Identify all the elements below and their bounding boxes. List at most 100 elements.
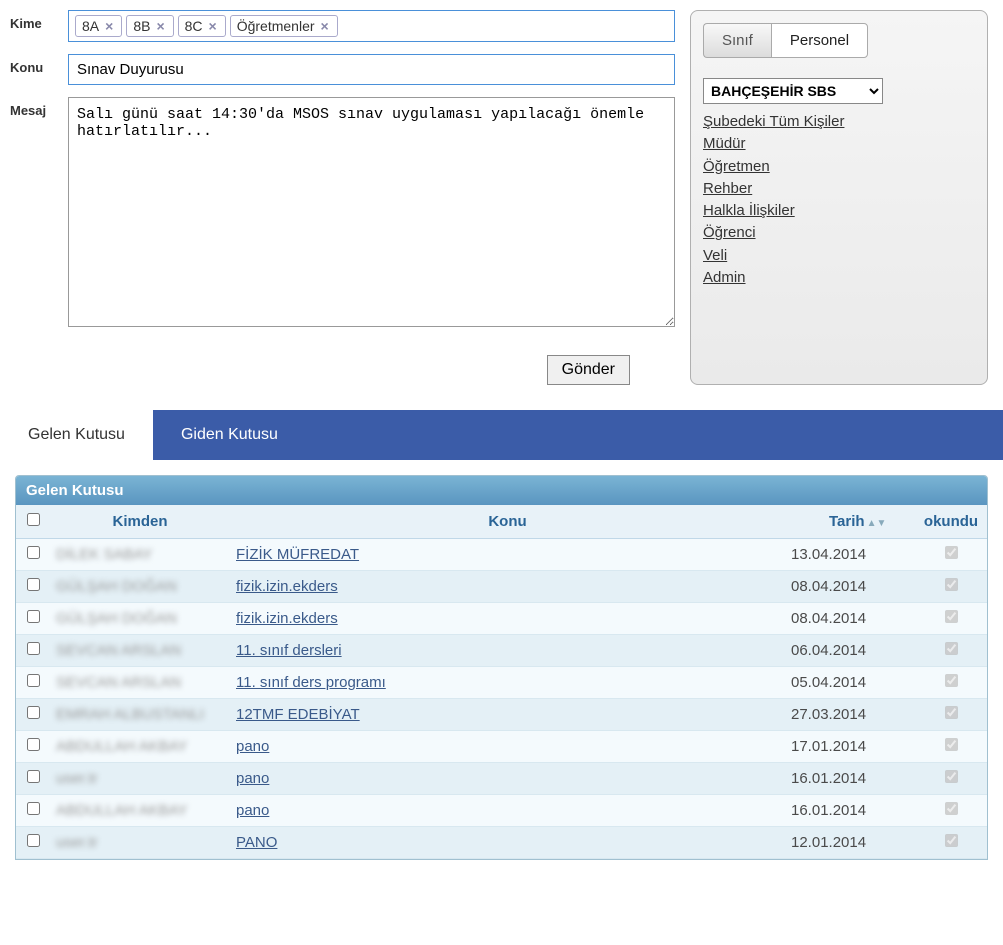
recipient-tag: 8A× <box>75 15 122 37</box>
table-row: SEVCAN ARSLAN 11. sınıf ders programı 05.0… <box>16 667 987 699</box>
sender-name: EMRAH ALBUSTANLI <box>56 706 204 723</box>
subject-link[interactable]: fizik.izin.ekders <box>236 578 338 595</box>
date-cell: 05.04.2014 <box>785 667 915 699</box>
table-row: EMRAH ALBUSTANLI 12TMF EDEBİYAT 27.03.2014 <box>16 699 987 731</box>
table-row: ABDULLAH AKBAY pano 16.01.2014 <box>16 795 987 827</box>
read-checkbox <box>945 674 958 687</box>
row-checkbox[interactable] <box>27 642 40 655</box>
inbox-table: Kimden Konu Tarih▲▼ okundu DİLEK SABAY Fİ… <box>16 505 987 859</box>
read-checkbox <box>945 642 958 655</box>
table-row: GÜLŞAH DOĞAN fizik.izin.ekders 08.04.2014 <box>16 571 987 603</box>
role-link[interactable]: Halkla İlişkiler <box>703 201 975 221</box>
subject-link[interactable]: pano <box>236 770 269 787</box>
table-row: GÜLŞAH DOĞAN fizik.izin.ekders 08.04.2014 <box>16 603 987 635</box>
subject-input[interactable] <box>68 54 675 85</box>
mailbox-tabs: Gelen Kutusu Giden Kutusu <box>0 410 1003 460</box>
date-cell: 08.04.2014 <box>785 603 915 635</box>
sort-icon: ▲▼ <box>867 518 887 529</box>
subject-link[interactable]: pano <box>236 738 269 755</box>
role-link[interactable]: Müdür <box>703 134 975 154</box>
inbox-title: Gelen Kutusu <box>16 476 987 505</box>
sender-name: GÜLŞAH DOĞAN <box>56 610 177 627</box>
recipient-tag: 8B× <box>126 15 173 37</box>
read-checkbox <box>945 546 958 559</box>
sender-name: GÜLŞAH DOĞAN <box>56 578 177 595</box>
role-link[interactable]: Admin <box>703 268 975 288</box>
sender-name: ABDULLAH AKBAY <box>56 738 187 755</box>
date-cell: 27.03.2014 <box>785 699 915 731</box>
table-row: SEVCAN ARSLAN 11. sınıf dersleri 06.04.201… <box>16 635 987 667</box>
table-row: user.trPANO12.01.2014 <box>16 827 987 859</box>
tab-personel[interactable]: Personel <box>771 23 868 58</box>
subject-link[interactable]: PANO <box>236 834 277 851</box>
select-all-checkbox[interactable] <box>27 513 40 526</box>
read-checkbox <box>945 802 958 815</box>
col-from-header[interactable]: Kimden <box>50 505 230 539</box>
kime-label: Kime <box>10 10 68 31</box>
row-checkbox[interactable] <box>27 802 40 815</box>
date-cell: 17.01.2014 <box>785 731 915 763</box>
subject-link[interactable]: 12TMF EDEBİYAT <box>236 706 360 723</box>
date-cell: 16.01.2014 <box>785 795 915 827</box>
table-row: user.tr pano 16.01.2014 <box>16 763 987 795</box>
read-checkbox <box>945 706 958 719</box>
read-checkbox <box>945 738 958 751</box>
col-read-header[interactable]: okundu <box>915 505 987 539</box>
remove-tag-icon[interactable]: × <box>319 18 331 34</box>
role-link[interactable]: Şubedeki Tüm Kişiler <box>703 112 975 132</box>
sidebar-panel: Sınıf Personel BAHÇEŞEHİR SBS Şubedeki T… <box>690 10 988 385</box>
tab-sinif[interactable]: Sınıf <box>703 23 771 58</box>
recipient-input[interactable]: 8A×8B×8C×Öğretmenler× <box>68 10 675 42</box>
subject-link[interactable]: fizik.izin.ekders <box>236 610 338 627</box>
row-checkbox[interactable] <box>27 674 40 687</box>
row-checkbox[interactable] <box>27 834 40 847</box>
school-select[interactable]: BAHÇEŞEHİR SBS <box>703 78 883 104</box>
read-checkbox <box>945 578 958 591</box>
col-date-header[interactable]: Tarih▲▼ <box>785 505 915 539</box>
remove-tag-icon[interactable]: × <box>103 18 115 34</box>
send-button[interactable]: Gönder <box>547 355 630 385</box>
role-link[interactable]: Öğretmen <box>703 157 975 177</box>
tab-gelen-kutusu[interactable]: Gelen Kutusu <box>0 410 153 460</box>
read-checkbox <box>945 610 958 623</box>
recipient-tag-label: Öğretmenler <box>237 18 315 34</box>
subject-link[interactable]: 11. sınıf ders programı <box>236 674 386 691</box>
recipient-tag-label: 8C <box>185 18 203 34</box>
date-cell: 16.01.2014 <box>785 763 915 795</box>
tab-giden-kutusu[interactable]: Giden Kutusu <box>153 410 306 460</box>
recipient-tag: Öğretmenler× <box>230 15 338 37</box>
date-cell: 13.04.2014 <box>785 539 915 571</box>
recipient-tag-label: 8B <box>133 18 150 34</box>
role-link[interactable]: Öğrenci <box>703 223 975 243</box>
role-link[interactable]: Rehber <box>703 179 975 199</box>
subject-link[interactable]: pano <box>236 802 269 819</box>
recipient-tag: 8C× <box>178 15 226 37</box>
subject-link[interactable]: 11. sınıf dersleri <box>236 642 342 659</box>
role-link[interactable]: Veli <box>703 246 975 266</box>
row-checkbox[interactable] <box>27 546 40 559</box>
date-cell: 08.04.2014 <box>785 571 915 603</box>
sender-name: user.tr <box>56 770 98 787</box>
row-checkbox[interactable] <box>27 610 40 623</box>
konu-label: Konu <box>10 54 68 75</box>
row-checkbox[interactable] <box>27 706 40 719</box>
read-checkbox <box>945 770 958 783</box>
sender-name: DİLEK SABAY <box>56 546 152 563</box>
mesaj-label: Mesaj <box>10 97 68 118</box>
table-row: DİLEK SABAY FİZİK MÜFREDAT 13.04.2014 <box>16 539 987 571</box>
row-checkbox[interactable] <box>27 770 40 783</box>
row-checkbox[interactable] <box>27 578 40 591</box>
sender-name: SEVCAN ARSLAN <box>56 674 181 691</box>
remove-tag-icon[interactable]: × <box>154 18 166 34</box>
sender-name: SEVCAN ARSLAN <box>56 642 181 659</box>
col-checkbox-header <box>16 505 50 539</box>
subject-link[interactable]: FİZİK MÜFREDAT <box>236 546 359 563</box>
sender-name: ABDULLAH AKBAY <box>56 802 187 819</box>
date-cell: 06.04.2014 <box>785 635 915 667</box>
message-textarea[interactable] <box>68 97 675 327</box>
row-checkbox[interactable] <box>27 738 40 751</box>
date-cell: 12.01.2014 <box>785 827 915 859</box>
recipient-tag-label: 8A <box>82 18 99 34</box>
remove-tag-icon[interactable]: × <box>207 18 219 34</box>
col-subject-header[interactable]: Konu <box>230 505 785 539</box>
